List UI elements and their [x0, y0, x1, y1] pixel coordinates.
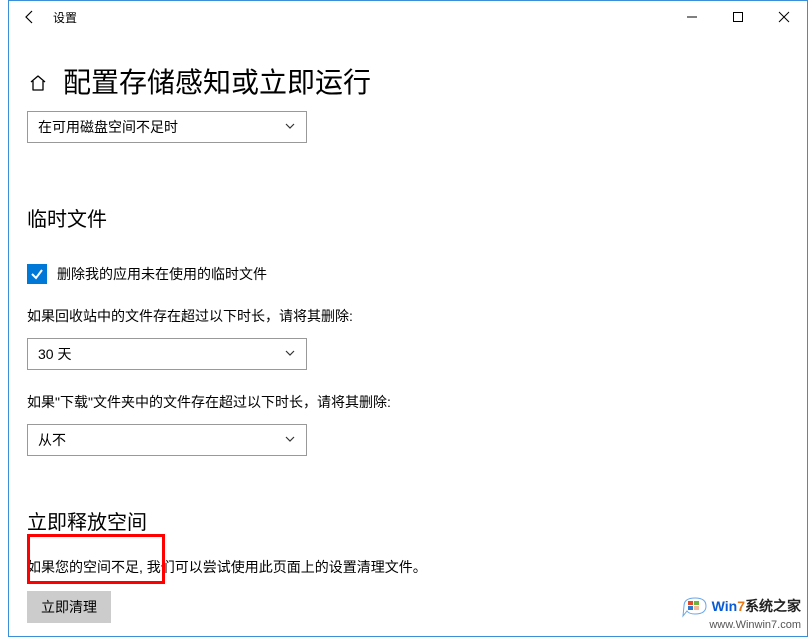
- temp-files-heading: 临时文件: [27, 203, 789, 232]
- chevron-down-icon: [284, 120, 296, 135]
- delete-temp-checkbox[interactable]: [27, 264, 47, 284]
- run-frequency-dropdown[interactable]: 在可用磁盘空间不足时: [27, 111, 307, 143]
- content-area: 配置存储感知或立即运行 在可用磁盘空间不足时 临时文件 删除我的应用未在使用的临…: [9, 61, 807, 623]
- home-icon[interactable]: [27, 72, 49, 94]
- recycle-bin-dropdown[interactable]: 30 天: [27, 338, 307, 370]
- recycle-bin-label: 如果回收站中的文件存在超过以下时长，请将其删除:: [27, 306, 789, 326]
- clean-now-button[interactable]: 立即清理: [27, 591, 111, 623]
- watermark-brand: Win7系统之家: [712, 597, 801, 616]
- watermark: Win7系统之家 www.Winwin7.com: [682, 596, 801, 632]
- maximize-button[interactable]: [715, 1, 761, 33]
- back-button[interactable]: [9, 1, 51, 33]
- window-title: 设置: [53, 9, 77, 26]
- page-header: 配置存储感知或立即运行: [27, 61, 789, 101]
- chevron-down-icon: [284, 347, 296, 362]
- window-controls: [669, 1, 807, 33]
- watermark-url: www.Winwin7.com: [682, 618, 801, 632]
- downloads-label: 如果"下载"文件夹中的文件存在超过以下时长，请将其删除:: [27, 392, 789, 412]
- run-frequency-value: 在可用磁盘空间不足时: [38, 117, 178, 137]
- free-space-desc: 如果您的空间不足, 我们可以尝试使用此页面上的设置清理文件。: [27, 557, 789, 577]
- downloads-dropdown[interactable]: 从不: [27, 424, 307, 456]
- page-title: 配置存储感知或立即运行: [63, 61, 371, 101]
- free-space-heading: 立即释放空间: [27, 506, 789, 535]
- watermark-logo-icon: [682, 596, 708, 618]
- titlebar: 设置: [9, 1, 807, 33]
- close-button[interactable]: [761, 1, 807, 33]
- delete-temp-label: 删除我的应用未在使用的临时文件: [57, 264, 267, 284]
- delete-temp-checkbox-row[interactable]: 删除我的应用未在使用的临时文件: [27, 264, 789, 284]
- minimize-button[interactable]: [669, 1, 715, 33]
- downloads-value: 从不: [38, 430, 66, 450]
- chevron-down-icon: [284, 433, 296, 448]
- settings-window: 设置 配置存储感知或立即运行 在可用磁盘空间不足时 临时文: [8, 0, 808, 637]
- recycle-bin-value: 30 天: [38, 344, 71, 364]
